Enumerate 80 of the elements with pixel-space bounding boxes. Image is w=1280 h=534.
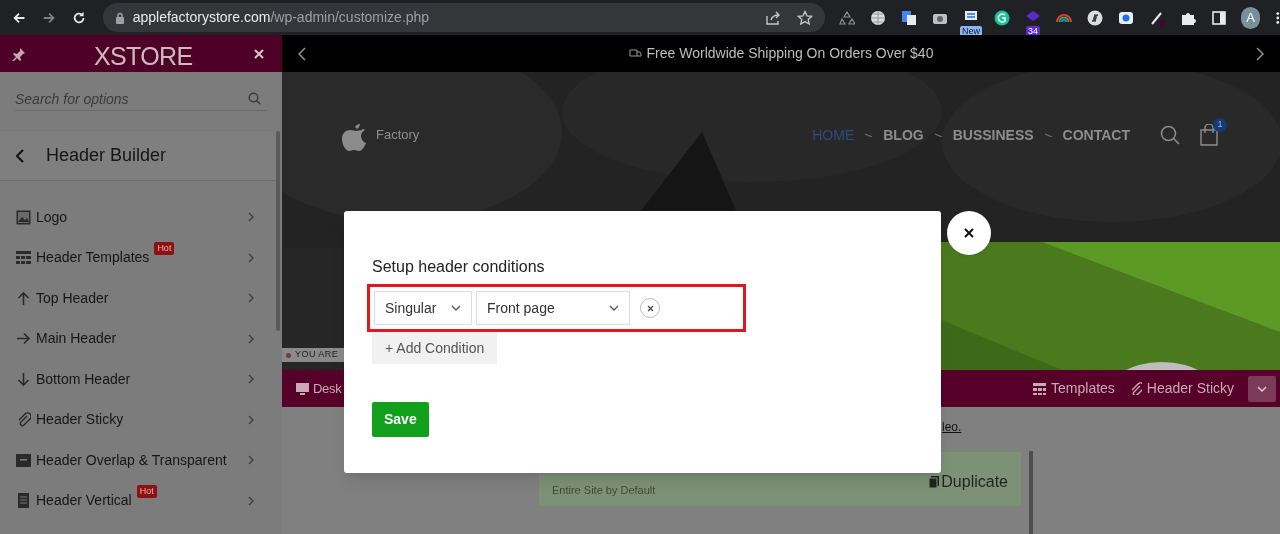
- url-text: applefactorystore.com/wp-admin/customize.php: [132, 8, 430, 27]
- copy-icon: [929, 476, 940, 488]
- nav-link[interactable]: BUSSINESS: [952, 124, 1034, 146]
- address-bar[interactable]: applefactorystore.com/wp-admin/customize.php: [102, 3, 825, 32]
- hot-badge: Hot: [154, 241, 175, 255]
- side-panel-icon[interactable]: [1210, 9, 1227, 26]
- chevron-right-icon[interactable]: [1256, 46, 1264, 61]
- document-icon: [16, 493, 31, 509]
- chevron-down-icon: [451, 305, 461, 311]
- chevron-left-icon[interactable]: [298, 46, 306, 61]
- nav-link[interactable]: CONTACT: [1062, 124, 1130, 146]
- chevron-right-icon: [248, 252, 254, 263]
- menu-item[interactable]: Header Overlap & Transparent: [0, 440, 276, 481]
- paperclip-icon: [16, 412, 31, 428]
- image-icon: [16, 209, 31, 225]
- record-icon[interactable]: [1117, 9, 1134, 26]
- card-subtitle: Entire Site by Default: [552, 483, 656, 498]
- add-condition-button[interactable]: + Add Condition: [372, 332, 498, 364]
- section-title: Header Builder: [46, 144, 167, 167]
- dialog-title: Setup header conditions: [372, 257, 546, 277]
- announcement-text: Free Worldwide Shipping On Orders Over $40: [646, 44, 934, 63]
- share-icon[interactable]: [764, 9, 781, 26]
- brand-logo: XSTORE: [94, 41, 193, 72]
- down-arrow-icon: [16, 371, 31, 387]
- select-field[interactable]: Front page: [476, 291, 630, 325]
- grid-icon: [16, 250, 31, 266]
- logo-text: Factory: [376, 126, 420, 145]
- chevron-right-icon: [248, 455, 254, 466]
- nav-separator-icon: [1044, 133, 1052, 137]
- dropdown-button[interactable]: [1248, 375, 1276, 402]
- chevron-right-icon: [248, 414, 254, 425]
- more-icon[interactable]: [1276, 9, 1280, 26]
- chevron-right-icon: [248, 293, 254, 304]
- chevron-right-icon: [248, 333, 254, 344]
- up-arrow-icon: [16, 290, 31, 306]
- back-chevron-icon[interactable]: [16, 148, 24, 163]
- swirl-icon[interactable]: [1086, 9, 1103, 26]
- toolbar-button[interactable]: Templates: [1033, 378, 1115, 399]
- menu-item[interactable]: Bottom Header: [0, 359, 276, 400]
- star-icon[interactable]: [796, 9, 813, 26]
- nav-separator-icon: [865, 133, 873, 137]
- toolbar-button[interactable]: Header Sticky: [1128, 378, 1234, 399]
- right-arrow-icon: [16, 331, 31, 347]
- pin-icon[interactable]: [12, 46, 26, 61]
- menu-item[interactable]: Main Header: [0, 318, 276, 359]
- menu-item[interactable]: Header Templates Hot: [0, 237, 276, 278]
- close-icon[interactable]: [254, 48, 264, 59]
- close-icon: [646, 304, 654, 312]
- nav-link[interactable]: BLOG: [883, 124, 924, 146]
- chevron-right-icon: [248, 374, 254, 385]
- save-button[interactable]: Save: [372, 402, 429, 437]
- hot-badge: Hot: [136, 484, 157, 498]
- breadcrumb-text: YOU ARE: [295, 348, 339, 362]
- toolbar-text: Desk: [313, 379, 342, 398]
- globe-icon[interactable]: [869, 9, 886, 26]
- close-icon: [964, 228, 974, 238]
- translate-icon[interactable]: [900, 9, 917, 26]
- search-icon[interactable]: [1160, 125, 1180, 145]
- search-icon[interactable]: [248, 92, 261, 105]
- menu-item[interactable]: Logo: [0, 197, 276, 238]
- chevron-right-icon: [248, 495, 254, 506]
- search-field[interactable]: Search for options: [15, 87, 267, 111]
- reload-icon[interactable]: [72, 9, 87, 26]
- chevron-right-icon: [248, 212, 254, 223]
- chevron-down-icon: [609, 305, 619, 311]
- grid-icon: [1033, 382, 1047, 395]
- menu-item[interactable]: Header Sticky: [0, 399, 276, 440]
- desktop-icon: [296, 382, 309, 395]
- menu-item[interactable]: Top Header: [0, 278, 276, 319]
- grammar-icon[interactable]: [993, 9, 1010, 26]
- shopping-bag-icon[interactable]: [1200, 124, 1218, 146]
- chevron-down-icon: [1257, 385, 1267, 392]
- nav-separator-icon: [934, 133, 942, 137]
- notice-link[interactable]: leo.: [942, 418, 962, 436]
- lock-icon: [114, 11, 125, 24]
- truck-icon: [628, 49, 642, 58]
- panel-icon: [16, 452, 31, 468]
- menu-item[interactable]: Header Vertical Hot: [0, 480, 276, 521]
- select-field[interactable]: Singular: [374, 291, 472, 325]
- profile-avatar[interactable]: A: [1240, 6, 1261, 29]
